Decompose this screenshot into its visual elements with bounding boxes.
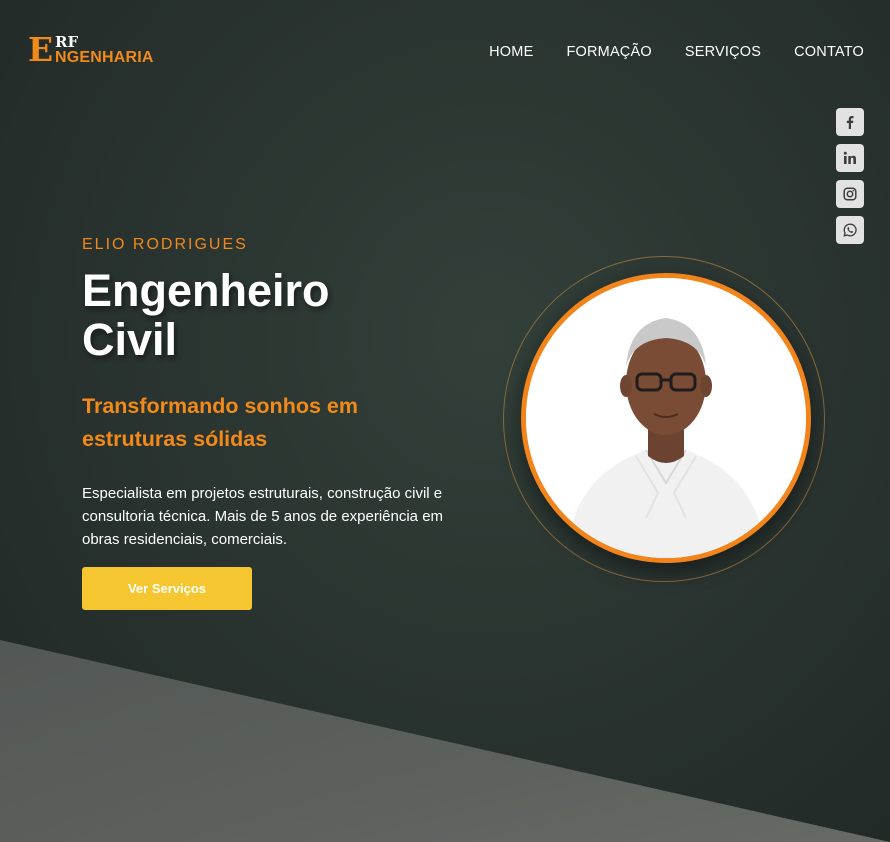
whatsapp-icon <box>843 223 857 237</box>
logo-letter-e: E <box>28 30 54 69</box>
hero-eyebrow: ELIO RODRIGUES <box>82 236 248 253</box>
portrait-frame <box>521 273 811 563</box>
ver-servicos-button[interactable]: Ver Serviços <box>82 567 252 610</box>
site-header: E RF NGENHARIA HOME FORMAÇÃO SERVIÇOS CO… <box>0 0 890 105</box>
nav-formacao[interactable]: FORMAÇÃO <box>566 44 651 60</box>
linkedin-button[interactable] <box>836 144 864 172</box>
main-nav: HOME FORMAÇÃO SERVIÇOS CONTATO <box>489 44 864 60</box>
hero-subtitle: Transformando sonhos em estruturas sólid… <box>82 394 358 451</box>
logo-wordmark: NGENHARIA <box>55 49 154 66</box>
logo-rf: RF <box>55 33 79 51</box>
portrait <box>503 256 829 586</box>
nav-contato[interactable]: CONTATO <box>794 44 864 60</box>
facebook-button[interactable] <box>836 108 864 136</box>
hero-title: Engenheiro Civil <box>82 266 452 364</box>
nav-servicos[interactable]: SERVIÇOS <box>685 44 761 60</box>
whatsapp-button[interactable] <box>836 216 864 244</box>
logo[interactable]: E RF NGENHARIA <box>28 32 168 68</box>
linkedin-icon <box>843 151 856 164</box>
hero-title-line2: Civil <box>82 314 178 365</box>
facebook-icon <box>846 116 854 129</box>
hero-title-line1: Engenheiro <box>82 265 330 316</box>
nav-home[interactable]: HOME <box>489 44 533 60</box>
instagram-button[interactable] <box>836 180 864 208</box>
hero-text: ELIO RODRIGUES Engenheiro Civil Transfor… <box>82 236 452 551</box>
instagram-icon <box>843 187 857 201</box>
hero-description: Especialista em projetos estruturais, co… <box>82 485 444 548</box>
social-links <box>836 108 864 244</box>
portrait-photo <box>526 278 806 558</box>
